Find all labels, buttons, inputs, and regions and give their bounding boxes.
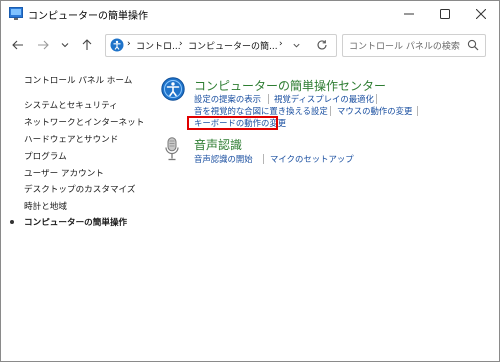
sidebar-item-programs[interactable]: プログラム [24, 150, 67, 162]
breadcrumb-separator-icon: › [127, 39, 131, 49]
close-button[interactable] [463, 1, 499, 27]
link-start-speech-recognition[interactable]: 音声認識の開始 [194, 153, 253, 165]
search-box[interactable]: コントロール パネルの検索 [342, 34, 486, 57]
microphone-icon [165, 137, 179, 161]
highlight-box [187, 116, 278, 130]
link-set-up-microphone[interactable]: マイクのセットアップ [270, 153, 354, 165]
breadcrumb-item[interactable]: コンピューターの簡... [188, 39, 278, 52]
back-button[interactable] [8, 35, 28, 55]
control-panel-window: コンピューターの簡単操作 › コントロ... › コンピューターの簡... › … [0, 0, 500, 362]
forward-button[interactable] [33, 35, 53, 55]
chevron-down-icon[interactable] [292, 41, 301, 50]
breadcrumb-item[interactable]: コントロ... [136, 39, 181, 52]
link-separator [268, 94, 269, 104]
current-item-bullet [10, 220, 14, 224]
arrow-left-icon [12, 40, 23, 50]
search-icon [467, 39, 479, 51]
minimize-icon [404, 13, 414, 15]
link-separator [263, 154, 264, 164]
chevron-down-icon [61, 43, 69, 48]
maximize-icon [440, 9, 450, 19]
title-bar: コンピューターの簡単操作 [1, 1, 499, 27]
close-icon [476, 9, 486, 19]
breadcrumb-separator-icon: › [179, 39, 183, 49]
arrow-right-icon [38, 40, 49, 50]
maximize-button[interactable] [427, 1, 463, 27]
sidebar-item-system-security[interactable]: システムとセキュリティ [24, 99, 118, 111]
link-change-mouse-settings[interactable]: マウスの動作の変更 [337, 105, 412, 117]
link-view-suggestions[interactable]: 設定の提案の表示 [194, 93, 261, 105]
sidebar-item-network[interactable]: ネットワークとインターネット [24, 116, 144, 128]
sidebar-item-appearance[interactable]: デスクトップのカスタマイズ [24, 183, 135, 195]
search-placeholder: コントロール パネルの検索 [349, 42, 460, 52]
sidebar-item-home[interactable]: コントロール パネル ホーム [24, 74, 132, 86]
sidebar-item-hardware-sound[interactable]: ハードウェアとサウンド [24, 133, 118, 145]
link-optimize-visual-display[interactable]: 視覚ディスプレイの最適化 [274, 93, 374, 105]
sidebar-item-ease-of-access[interactable]: コンピューターの簡単操作 [24, 216, 127, 228]
control-panel-icon [9, 7, 23, 20]
section-title-speech-recognition[interactable]: 音声認識 [194, 136, 242, 153]
link-separator [376, 94, 377, 104]
link-separator [417, 106, 418, 116]
arrow-up-icon [82, 39, 92, 50]
address-bar[interactable]: › コントロ... › コンピューターの簡... › [105, 34, 337, 57]
window-title: コンピューターの簡単操作 [28, 11, 148, 22]
link-separator [330, 106, 331, 116]
breadcrumb-separator-icon: › [279, 39, 283, 49]
recent-locations-button[interactable] [55, 35, 75, 55]
accessibility-icon [110, 38, 124, 52]
refresh-icon[interactable] [316, 39, 328, 51]
ease-of-access-center-icon [161, 77, 185, 101]
minimize-button[interactable] [391, 1, 427, 27]
up-button[interactable] [77, 35, 97, 55]
sidebar-item-clock-region[interactable]: 時計と地域 [24, 200, 67, 212]
section-title-ease-of-access-center[interactable]: コンピューターの簡単操作センター [194, 77, 386, 94]
sidebar-item-user-accounts[interactable]: ユーザー アカウント [24, 167, 104, 179]
